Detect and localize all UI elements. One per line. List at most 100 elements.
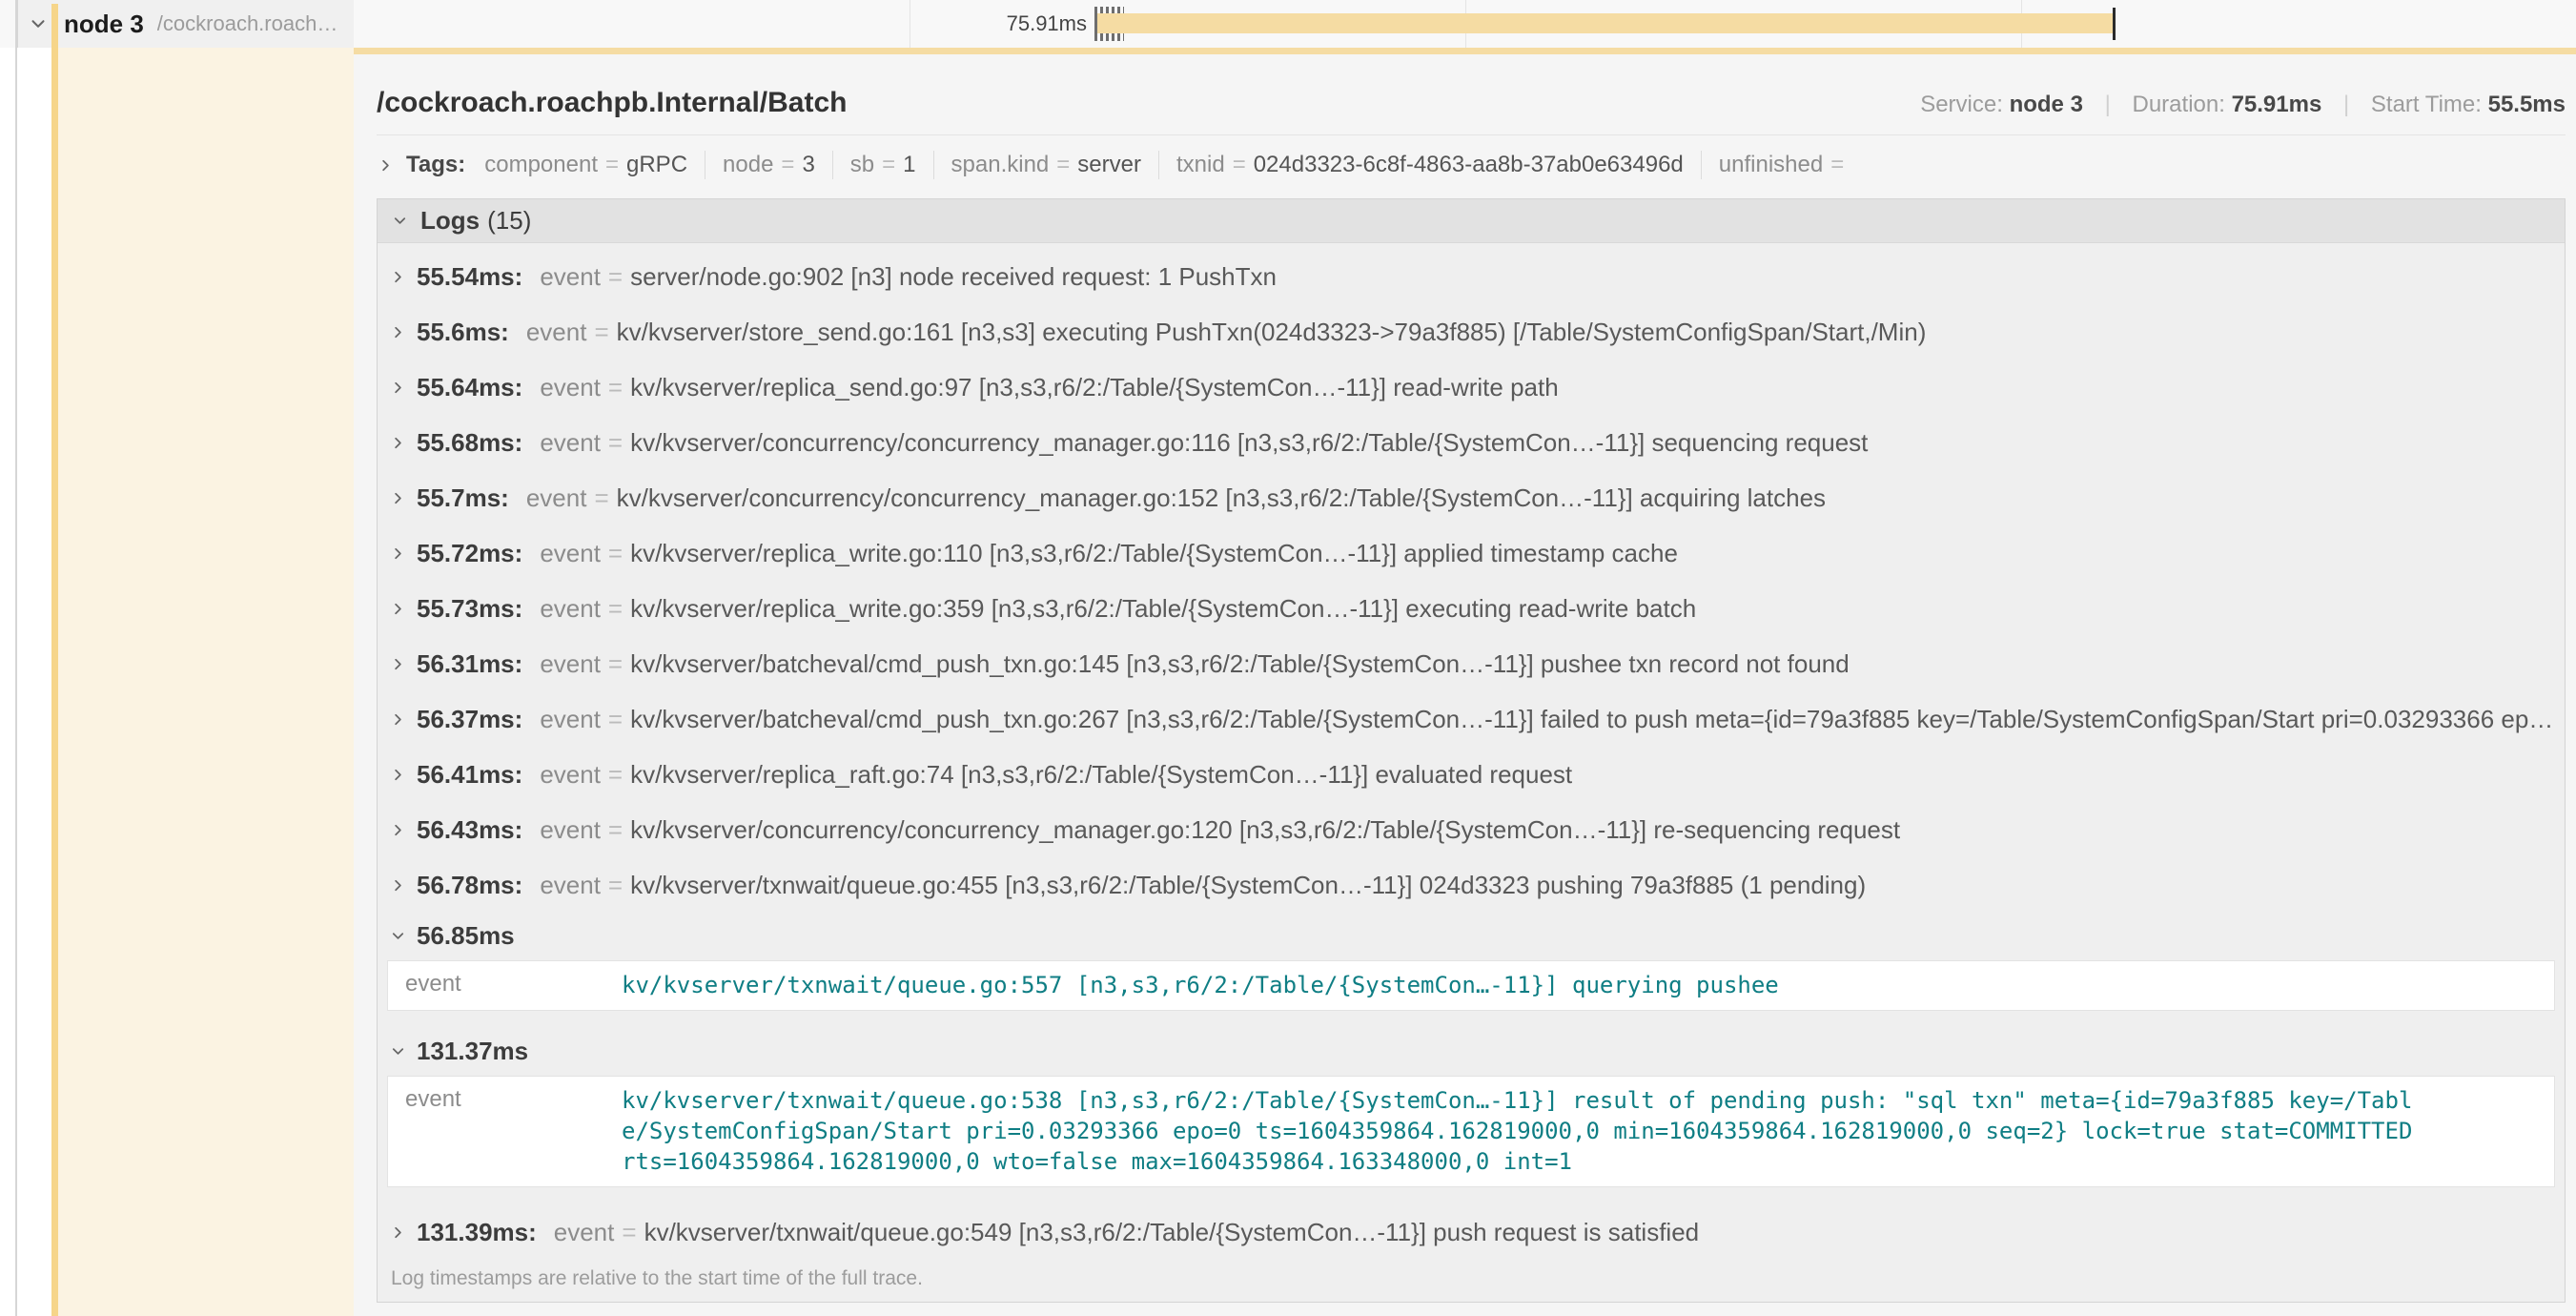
logs-count: (15)	[487, 206, 531, 236]
log-row[interactable]: 55.64ms: event = kv/kvserver/replica_sen…	[378, 360, 2565, 415]
log-equals: =	[608, 649, 623, 679]
log-timestamp: 55.72ms:	[417, 539, 522, 568]
log-row[interactable]: 56.78ms: event = kv/kvserver/txnwait/que…	[378, 857, 2565, 913]
log-row[interactable]: 131.39ms: event = kv/kvserver/txnwait/qu…	[378, 1204, 2565, 1260]
log-row[interactable]: 56.37ms: event = kv/kvserver/batcheval/c…	[378, 691, 2565, 747]
span-duration-bar[interactable]	[1097, 13, 2116, 33]
span-color-stripe	[51, 4, 58, 1316]
log-timestamp: 56.85ms	[417, 921, 515, 951]
span-timeline-row[interactable]: node 3 /cockroach.roach… 75.91ms	[0, 0, 2576, 48]
chevron-right-icon[interactable]	[389, 268, 407, 286]
chevron-right-icon[interactable]	[389, 1223, 407, 1242]
meta-separator: |	[2105, 92, 2111, 117]
tag-value: 3	[802, 152, 814, 178]
chevron-right-icon[interactable]	[389, 600, 407, 618]
tag-list: component = gRPC node = 3 sb = 1	[484, 151, 1851, 179]
log-field-value: kv/kvserver/concurrency/concurrency_mana…	[617, 483, 1826, 513]
chevron-down-icon[interactable]	[389, 927, 407, 945]
log-field-key: event	[526, 318, 587, 347]
log-equals: =	[608, 373, 623, 402]
tag-equals: =	[1233, 152, 1246, 178]
chevron-down-icon[interactable]	[28, 13, 49, 34]
column-resizer-line[interactable]	[15, 0, 17, 1316]
tags-accordion-header[interactable]: Tags: component = gRPC node = 3 sb	[377, 143, 2566, 187]
log-equals: =	[608, 262, 623, 292]
log-equals: =	[608, 428, 623, 458]
chevron-right-icon[interactable]	[389, 434, 407, 452]
chevron-right-icon[interactable]	[389, 489, 407, 507]
log-field-key: event	[540, 262, 601, 292]
detail-row-left-gutter	[58, 48, 354, 1316]
start-time-value: 55.5ms	[2488, 92, 2566, 117]
tag-value: 1	[903, 152, 915, 178]
chevron-right-icon[interactable]	[389, 766, 407, 784]
chevron-right-icon[interactable]	[389, 655, 407, 673]
tag-key: unfinished	[1719, 152, 1823, 178]
meta-separator: |	[2343, 92, 2349, 117]
log-detail-value: kv/kvserver/txnwait/queue.go:557 [n3,s3,…	[622, 961, 2457, 1010]
log-field-key: event	[540, 428, 601, 458]
span-operation-name: /cockroach.roach…	[157, 11, 338, 36]
chevron-right-icon[interactable]	[389, 323, 407, 341]
tag-equals: =	[781, 152, 794, 178]
chevron-right-icon[interactable]	[389, 545, 407, 563]
tag-key: span.kind	[951, 152, 1050, 178]
tags-label: Tags:	[406, 152, 465, 178]
log-detail-key: event	[388, 961, 622, 1010]
log-equals: =	[608, 871, 623, 900]
log-row[interactable]: 55.7ms: event = kv/kvserver/concurrency/…	[378, 470, 2565, 525]
log-row[interactable]: 56.41ms: event = kv/kvserver/replica_raf…	[378, 747, 2565, 802]
log-timestamp: 55.64ms:	[417, 373, 522, 402]
tag-equals: =	[1056, 152, 1070, 178]
chevron-right-icon[interactable]	[389, 876, 407, 894]
tag-value: gRPC	[626, 152, 687, 178]
log-equals: =	[622, 1218, 636, 1247]
log-row[interactable]: 55.72ms: event = kv/kvserver/replica_wri…	[378, 525, 2565, 581]
tag-key: node	[723, 152, 773, 178]
tag-value: server	[1077, 152, 1141, 178]
logs-section: Logs (15) 55.54ms: event = server/node.g…	[377, 198, 2566, 1303]
tag-separator	[832, 151, 833, 179]
log-row[interactable]: 55.68ms: event = kv/kvserver/concurrency…	[378, 415, 2565, 470]
chevron-down-icon[interactable]	[389, 1042, 407, 1060]
log-row[interactable]: 56.43ms: event = kv/kvserver/concurrency…	[378, 802, 2565, 857]
span-bar-end-tick	[2113, 8, 2116, 40]
tag-equals: =	[882, 152, 895, 178]
log-timestamp: 56.78ms:	[417, 871, 522, 900]
log-timestamp: 55.7ms:	[417, 483, 509, 513]
chevron-right-icon[interactable]	[377, 156, 395, 175]
log-field-key: event	[540, 649, 601, 679]
log-field-key: event	[554, 1218, 615, 1247]
chevron-right-icon[interactable]	[389, 710, 407, 729]
log-row[interactable]: 55.6ms: event = kv/kvserver/store_send.g…	[378, 304, 2565, 360]
chevron-down-icon[interactable]	[391, 212, 409, 230]
tag-equals: =	[1830, 152, 1844, 178]
log-field-key: event	[540, 373, 601, 402]
log-row[interactable]: 56.31ms: event = kv/kvserver/batcheval/c…	[378, 636, 2565, 691]
span-duration-label: 75.91ms	[896, 0, 1087, 48]
log-row-expanded-header[interactable]: 56.85ms	[378, 913, 2565, 958]
log-field-value: kv/kvserver/txnwait/queue.go:549 [n3,s3,…	[644, 1218, 1700, 1247]
start-time-label: Start Time:	[2371, 92, 2482, 117]
detail-row-accent-bar	[354, 48, 2576, 54]
tag-item: span.kind = server	[951, 152, 1141, 178]
chevron-right-icon[interactable]	[389, 821, 407, 839]
log-field-key: event	[526, 483, 587, 513]
log-timestamp: 55.68ms:	[417, 428, 522, 458]
log-timestamp: 56.37ms:	[417, 705, 522, 734]
logs-accordion-header[interactable]: Logs (15)	[378, 199, 2565, 243]
logs-footer-note: Log timestamps are relative to the start…	[378, 1260, 2565, 1302]
chevron-right-icon[interactable]	[389, 379, 407, 397]
log-row[interactable]: 55.54ms: event = server/node.go:902 [n3]…	[378, 249, 2565, 304]
span-name-tab[interactable]: node 3 /cockroach.roach…	[16, 0, 354, 48]
log-equals: =	[608, 539, 623, 568]
log-row[interactable]: 55.73ms: event = kv/kvserver/replica_wri…	[378, 581, 2565, 636]
tag-item: node = 3	[723, 152, 815, 178]
log-row-expanded-header[interactable]: 131.37ms	[378, 1028, 2565, 1074]
log-field-key: event	[540, 760, 601, 790]
tag-item: component = gRPC	[484, 152, 687, 178]
span-detail-header: /cockroach.roachpb.Internal/Batch Servic…	[377, 87, 2566, 119]
span-service-name: node 3	[64, 10, 144, 39]
log-equals: =	[608, 760, 623, 790]
log-timestamp: 131.39ms:	[417, 1218, 537, 1247]
